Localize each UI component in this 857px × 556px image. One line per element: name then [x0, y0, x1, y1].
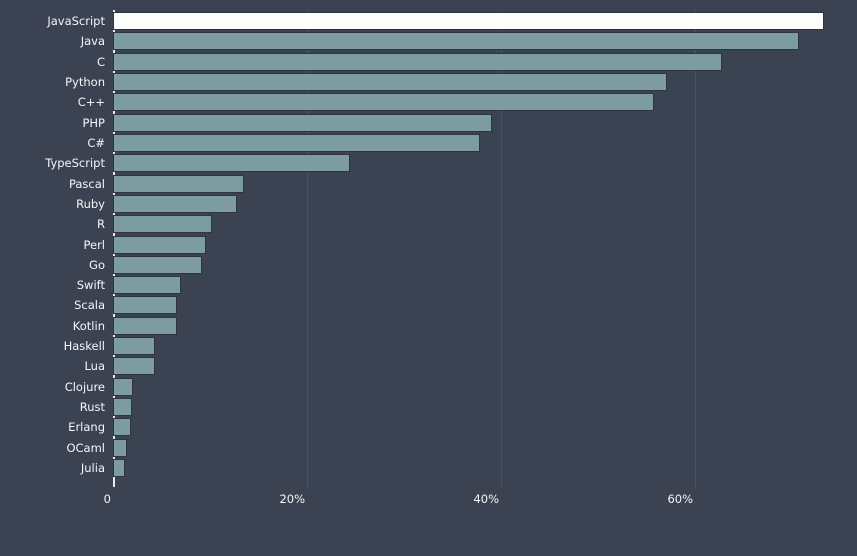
bar-c: [113, 52, 723, 71]
bar-swift: [113, 276, 181, 295]
category-label-java: Java: [80, 34, 105, 49]
bar-kotlin: [113, 316, 178, 335]
category-label-perl: Perl: [83, 237, 105, 252]
category-label-c: C: [96, 54, 105, 69]
bar-perl: [113, 235, 207, 254]
bar-scala: [113, 296, 178, 315]
category-label-julia: Julia: [80, 461, 105, 476]
bar-pascal: [113, 174, 244, 193]
category-label-ruby: Ruby: [76, 196, 105, 211]
bar-go: [113, 255, 203, 274]
category-label-c-: C#: [87, 135, 105, 150]
category-label-kotlin: Kotlin: [72, 318, 105, 333]
category-label-clojure: Clojure: [64, 379, 105, 394]
category-label-r: R: [97, 217, 105, 232]
bar-typescript: [113, 154, 350, 173]
category-label-erlang: Erlang: [68, 420, 105, 435]
category-label-pascal: Pascal: [68, 176, 105, 191]
x-tick-label-2: 40%: [473, 492, 499, 506]
bar-erlang: [113, 418, 132, 437]
bar-ocaml: [113, 438, 127, 457]
x-tick-label-3: 60%: [667, 492, 693, 506]
category-label-lua: Lua: [84, 359, 105, 374]
category-label-rust: Rust: [79, 400, 105, 415]
bar-php: [113, 113, 493, 132]
category-label-c-: C++: [77, 95, 105, 110]
bar-clojure: [113, 377, 134, 396]
bar-c-: [113, 133, 480, 152]
bar-c-: [113, 93, 655, 112]
bar-julia: [113, 459, 125, 478]
bar-java: [113, 32, 799, 51]
bar-lua: [113, 357, 155, 376]
category-label-haskell: Haskell: [63, 339, 105, 354]
category-label-javascript: JavaScript: [47, 14, 105, 28]
bar-python: [113, 72, 667, 91]
plot-area: [113, 10, 857, 487]
x-tick-label-1: 20%: [279, 492, 305, 506]
category-label-php: PHP: [82, 115, 105, 130]
x-tick-label-0: 0: [103, 492, 111, 506]
category-label-swift: Swift: [76, 278, 105, 293]
category-label-python: Python: [65, 74, 105, 89]
bar-chart: JavaScript Java C Python C++ PHP C# TypeScript P…: [0, 0, 857, 556]
bar-rust: [113, 398, 133, 417]
bar-haskell: [113, 337, 155, 356]
bar-javascript: [113, 12, 824, 30]
bar-r: [113, 215, 212, 234]
category-label-typescript: TypeScript: [45, 156, 105, 171]
gridline: [695, 10, 696, 487]
category-label-scala: Scala: [74, 298, 105, 313]
category-label-go: Go: [89, 257, 105, 272]
category-label-ocaml: OCaml: [66, 440, 105, 455]
bar-ruby: [113, 194, 238, 213]
